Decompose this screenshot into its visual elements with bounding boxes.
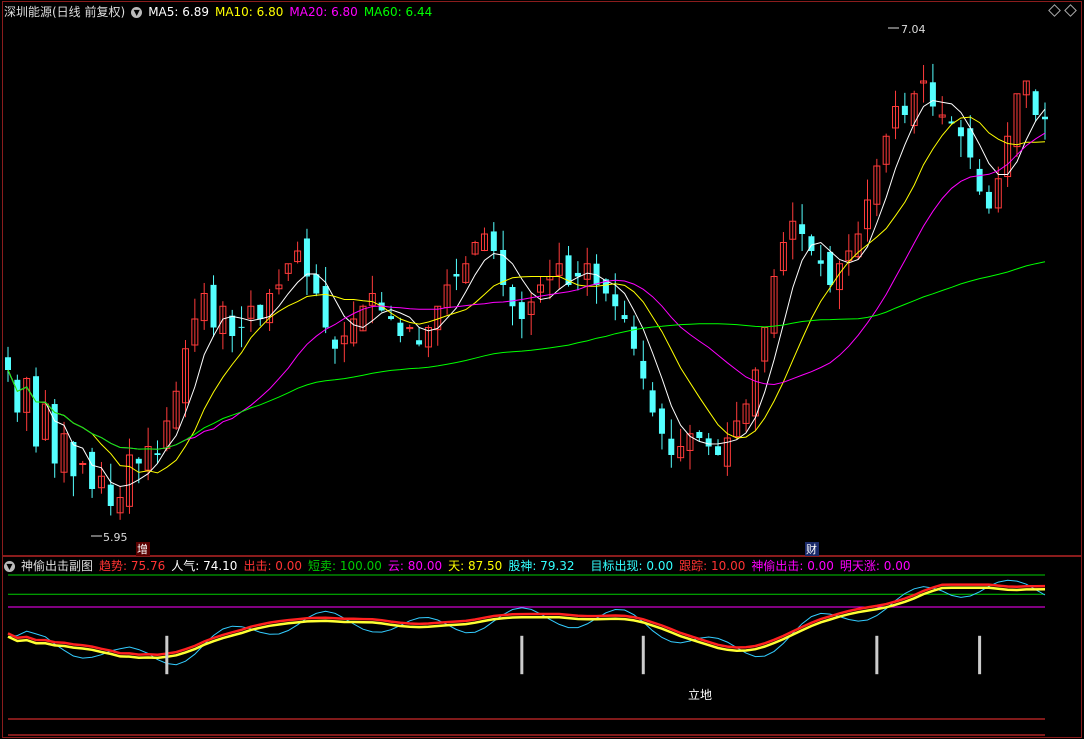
candle-body[interactable] <box>154 453 161 455</box>
candle-body[interactable] <box>817 260 824 264</box>
candle-body[interactable] <box>901 105 908 115</box>
candle-body[interactable] <box>331 339 338 349</box>
candle-body[interactable] <box>79 463 87 465</box>
candle-body[interactable] <box>827 251 834 285</box>
candle-body[interactable] <box>135 458 142 464</box>
candle-body[interactable] <box>649 390 656 413</box>
candle-body[interactable] <box>985 191 992 209</box>
candle-body[interactable] <box>640 360 647 379</box>
candle-body[interactable] <box>70 442 77 477</box>
candle-body[interactable] <box>957 127 964 137</box>
trend-line <box>7 583 1046 656</box>
gushen-line <box>7 579 1046 666</box>
candle-body[interactable] <box>715 446 722 455</box>
candle-body[interactable] <box>33 376 40 447</box>
high-label: 7.04 <box>901 23 926 36</box>
candle-body[interactable] <box>107 484 114 506</box>
price-chart[interactable]: 7.04 5.95 增 财 立地 <box>0 0 1084 739</box>
candle-body[interactable] <box>416 340 423 345</box>
candle-body[interactable] <box>799 224 806 234</box>
candle-body[interactable] <box>257 304 264 319</box>
candle-body[interactable] <box>322 286 329 328</box>
candle-body[interactable] <box>490 231 497 251</box>
candle-body[interactable] <box>658 408 665 434</box>
candle-body[interactable] <box>509 287 516 307</box>
candle-body[interactable] <box>303 238 310 277</box>
candle-body[interactable] <box>14 379 21 413</box>
renqi-line <box>7 586 1046 660</box>
candle-body[interactable] <box>976 168 983 192</box>
sub-annotation: 立地 <box>688 687 712 702</box>
candle-body[interactable] <box>668 438 675 455</box>
candle-body[interactable] <box>1042 116 1048 120</box>
candle-body[interactable] <box>397 322 404 336</box>
candle-body[interactable] <box>1032 91 1039 115</box>
candle-body[interactable] <box>238 326 245 328</box>
candle-body[interactable] <box>612 294 619 307</box>
candle-body[interactable] <box>313 274 320 294</box>
candle-body[interactable] <box>518 302 525 319</box>
marker-left[interactable]: 增 <box>137 542 148 556</box>
candle-body[interactable] <box>210 284 217 328</box>
candle-body[interactable] <box>967 128 974 158</box>
candle-body[interactable] <box>229 315 236 336</box>
ma-line-MA20 <box>7 132 1046 450</box>
candle-body[interactable] <box>621 315 628 319</box>
candle-body[interactable] <box>89 451 96 489</box>
low-label: 5.95 <box>103 531 128 544</box>
candle-body[interactable] <box>453 274 460 277</box>
candle-body[interactable] <box>929 82 936 107</box>
candle-body[interactable] <box>388 316 395 319</box>
candle-body[interactable] <box>5 357 11 370</box>
candle-body[interactable] <box>705 438 712 447</box>
ma-line-MA10 <box>7 116 1046 474</box>
candle-body[interactable] <box>696 432 703 438</box>
marker-right[interactable]: 财 <box>806 542 817 556</box>
